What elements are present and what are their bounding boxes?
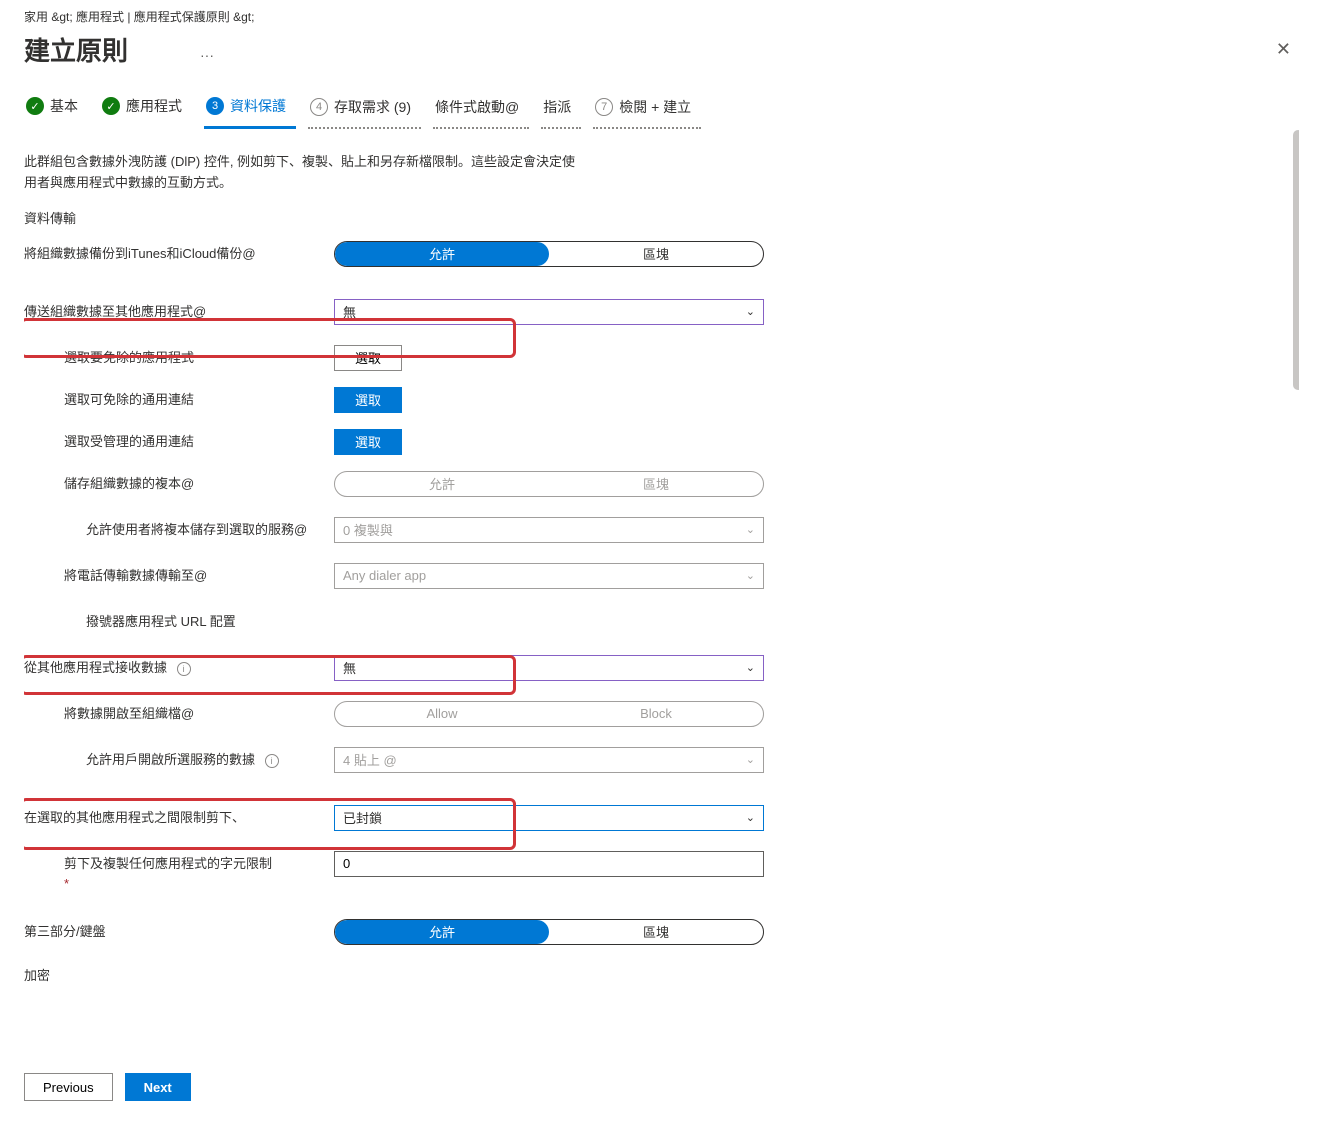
- chevron-down-icon: ⌄: [746, 569, 755, 582]
- dropdown-save-services: 0 複製與 ⌄: [334, 517, 764, 543]
- check-icon: ✓: [102, 97, 120, 115]
- tab-apps[interactable]: ✓ 應用程式: [100, 90, 192, 129]
- dropdown-value: 4 貼上 @: [343, 750, 397, 769]
- step-number: 3: [206, 97, 224, 115]
- label-char-limit: 剪下及複製任何應用程式的字元限制 *: [24, 851, 334, 893]
- next-button[interactable]: Next: [125, 1073, 191, 1101]
- label-exempt-apps: 選取要免除的應用程式: [24, 345, 334, 367]
- chevron-down-icon: ⌄: [746, 523, 755, 536]
- label-open-org: 將數據開啟至組織檔@: [24, 701, 334, 723]
- select-exempt-apps-button[interactable]: 選取: [334, 345, 402, 371]
- label-send-org-data: 傳送組織數據至其他應用程式@: [24, 299, 334, 321]
- label-managed-links: 選取受管理的通用連結: [24, 429, 334, 451]
- chevron-down-icon: ⌄: [746, 753, 755, 766]
- label-open-services: 允許用戶開啟所選服務的數據 i: [24, 747, 334, 769]
- info-icon[interactable]: i: [177, 662, 191, 676]
- label-dialer-url: 撥號器應用程式 URL 配置: [24, 609, 334, 631]
- toggle-keyboard[interactable]: 允許 區塊: [334, 919, 764, 945]
- section-title-data-transfer: 資料傳輸: [24, 208, 1299, 227]
- tab-review[interactable]: 7 檢閱 + 建立: [593, 91, 701, 129]
- label-restrict-cut: 在選取的其他應用程式之間限制剪下、: [24, 805, 334, 827]
- page-title: 建立原則: [24, 31, 128, 68]
- label-exempt-links: 選取可免除的通用連結: [24, 387, 334, 409]
- tab-assignments[interactable]: 指派: [541, 91, 581, 129]
- tab-conditional[interactable]: 條件式啟動@: [433, 91, 529, 129]
- check-icon: ✓: [26, 97, 44, 115]
- toggle-allow[interactable]: 允許: [335, 920, 549, 944]
- tab-label: 基本: [50, 96, 78, 116]
- dropdown-value: 已封鎖: [343, 808, 382, 827]
- section-description: 此群組包含數據外洩防護 (DlP) 控件, 例如剪下、複製、貼上和另存新檔限制。…: [24, 152, 584, 194]
- scrollbar-thumb[interactable]: [1293, 130, 1299, 390]
- wizard-tabs: ✓ 基本 ✓ 應用程式 3 資料保護 4 存取需求 (9) 條件式啟動@ 指派 …: [24, 90, 1299, 130]
- toggle-save-copies: 允許 區塊: [334, 471, 764, 497]
- tab-label: 資料保護: [230, 96, 286, 116]
- label-receive-data: 從其他應用程式接收數據 i: [24, 655, 334, 677]
- dropdown-receive-data[interactable]: 無 ⌄: [334, 655, 764, 681]
- close-button[interactable]: ✕: [1268, 35, 1299, 64]
- dropdown-send-org-data[interactable]: 無 ⌄: [334, 299, 764, 325]
- dropdown-open-services: 4 貼上 @ ⌄: [334, 747, 764, 773]
- label-allow-save-services: 允許使用者將複本儲存到選取的服務@: [24, 517, 334, 539]
- tab-label: 指派: [543, 97, 571, 117]
- tab-data-protection[interactable]: 3 資料保護: [204, 90, 296, 129]
- label-save-copies: 儲存組織數據的複本@: [24, 471, 334, 493]
- tab-label: 條件式啟動@: [435, 97, 519, 117]
- tab-label: 存取需求 (9): [334, 97, 411, 117]
- more-menu[interactable]: ···: [200, 47, 214, 63]
- dropdown-dialer: Any dialer app ⌄: [334, 563, 764, 589]
- scrollbar[interactable]: [1293, 130, 1299, 1030]
- input-char-limit[interactable]: [334, 851, 764, 877]
- info-icon[interactable]: i: [265, 754, 279, 768]
- chevron-down-icon: ⌄: [746, 661, 755, 674]
- tab-label: 應用程式: [126, 96, 182, 116]
- section-title-encryption: 加密: [24, 965, 1299, 984]
- dropdown-restrict-cut[interactable]: 已封鎖 ⌄: [334, 805, 764, 831]
- chevron-down-icon: ⌄: [746, 305, 755, 318]
- chevron-down-icon: ⌄: [746, 811, 755, 824]
- toggle-open-org: Allow Block: [334, 701, 764, 727]
- step-number: 7: [595, 98, 613, 116]
- toggle-block[interactable]: 區塊: [549, 920, 763, 944]
- label-keyboard: 第三部分/鍵盤: [24, 919, 334, 941]
- toggle-allow: Allow: [335, 702, 549, 726]
- breadcrumb[interactable]: 家用 &gt; 應用程式 | 應用程式保護原則 &gt;: [24, 8, 1299, 25]
- required-indicator: *: [64, 875, 334, 893]
- toggle-allow[interactable]: 允許: [335, 242, 549, 266]
- toggle-block: Block: [549, 702, 763, 726]
- dropdown-value: 無: [343, 658, 356, 677]
- step-number: 4: [310, 98, 328, 116]
- label-backup: 將組織數據備份到iTunes和iCloud備份@: [24, 241, 334, 263]
- label-dialer: 將電話傳輸數據傳輸至@: [24, 563, 334, 585]
- dropdown-value: 0 複製與: [343, 520, 393, 539]
- tab-basics[interactable]: ✓ 基本: [24, 90, 88, 129]
- toggle-backup[interactable]: 允許 區塊: [334, 241, 764, 267]
- select-exempt-links-button[interactable]: 選取: [334, 387, 402, 413]
- previous-button[interactable]: Previous: [24, 1073, 113, 1101]
- toggle-block: 區塊: [549, 472, 763, 496]
- select-managed-links-button[interactable]: 選取: [334, 429, 402, 455]
- tab-label: 檢閱 + 建立: [619, 97, 691, 117]
- dropdown-value: 無: [343, 302, 356, 321]
- dropdown-value: Any dialer app: [343, 568, 426, 583]
- toggle-block[interactable]: 區塊: [549, 242, 763, 266]
- tab-access-req[interactable]: 4 存取需求 (9): [308, 91, 421, 129]
- wizard-footer: Previous Next: [24, 1073, 191, 1101]
- toggle-allow: 允許: [335, 472, 549, 496]
